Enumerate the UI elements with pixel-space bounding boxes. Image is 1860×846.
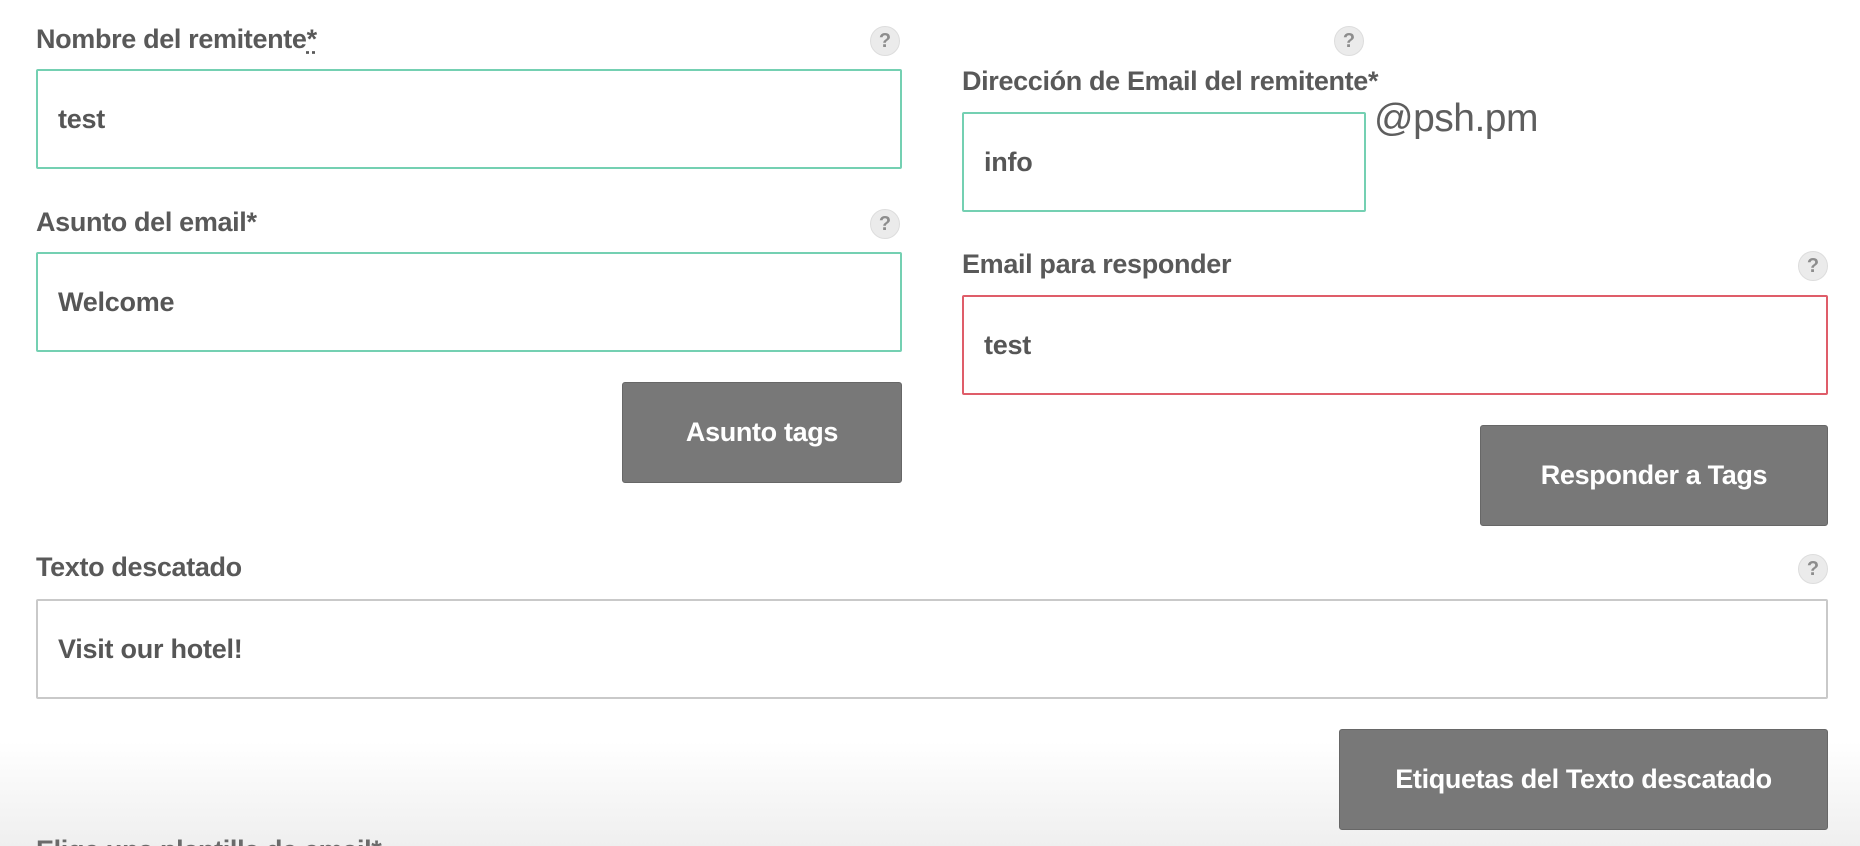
highlighted-text-input[interactable] bbox=[38, 601, 1826, 697]
help-icon[interactable]: ? bbox=[1334, 26, 1364, 56]
sender-name-field[interactable] bbox=[36, 69, 902, 169]
subject-input[interactable] bbox=[38, 254, 900, 350]
subject-label: Asunto del email* bbox=[36, 207, 257, 237]
highlighted-text-label: Texto descatado bbox=[36, 552, 242, 582]
sender-name-input[interactable] bbox=[38, 71, 900, 167]
help-icon[interactable]: ? bbox=[1798, 554, 1828, 584]
reply-email-input[interactable] bbox=[964, 297, 1826, 393]
reply-tags-button[interactable]: Responder a Tags bbox=[1480, 425, 1828, 526]
sender-email-input[interactable] bbox=[964, 114, 1364, 210]
reply-email-label: Email para responder bbox=[962, 249, 1232, 279]
help-icon[interactable]: ? bbox=[1798, 251, 1828, 281]
subject-field[interactable] bbox=[36, 252, 902, 352]
sender-name-label: Nombre del remitente* bbox=[36, 22, 317, 56]
required-mark: * bbox=[306, 24, 318, 54]
help-icon[interactable]: ? bbox=[870, 209, 900, 239]
template-label: Elige una plantilla de email* bbox=[36, 833, 382, 846]
sender-email-domain: @psh.pm bbox=[1374, 97, 1538, 140]
highlighted-text-field[interactable] bbox=[36, 599, 1828, 699]
subject-tags-button[interactable]: Asunto tags bbox=[622, 382, 902, 483]
help-icon[interactable]: ? bbox=[870, 26, 900, 56]
sender-name-label-text: Nombre del remitente bbox=[36, 24, 307, 54]
sender-email-field[interactable] bbox=[962, 112, 1366, 212]
highlighted-text-tags-button[interactable]: Etiquetas del Texto descatado bbox=[1339, 729, 1828, 830]
reply-email-field[interactable] bbox=[962, 295, 1828, 395]
email-settings-form: Nombre del remitente* ? Asunto del email… bbox=[0, 0, 1860, 846]
sender-email-label: Dirección de Email del remitente* bbox=[962, 66, 1379, 96]
